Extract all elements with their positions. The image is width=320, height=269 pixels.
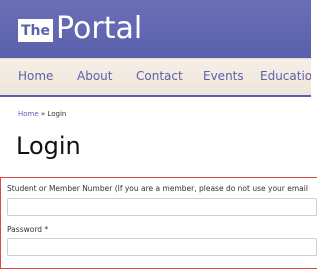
student-number-label: Student or Member Number (If you are a m… xyxy=(7,184,308,193)
breadcrumb-separator: » xyxy=(40,110,46,118)
nav-item-home[interactable]: Home xyxy=(18,69,53,83)
page-title: Login xyxy=(16,132,81,160)
logo-the: The xyxy=(18,19,54,42)
nav-item-about[interactable]: About xyxy=(77,69,112,83)
nav-item-education[interactable]: Educatio xyxy=(260,69,311,83)
login-form: Student or Member Number (If you are a m… xyxy=(0,177,317,269)
site-header: The Portal Home About Contact Events Edu… xyxy=(0,0,311,97)
nav-item-contact[interactable]: Contact xyxy=(136,69,183,83)
logo-portal: Portal xyxy=(56,11,143,46)
password-label: Password * xyxy=(7,225,49,234)
site-logo[interactable]: The Portal xyxy=(18,12,142,46)
breadcrumb-home-link[interactable]: Home xyxy=(18,110,39,118)
main-nav: Home About Contact Events Educatio xyxy=(0,58,311,95)
password-input[interactable] xyxy=(7,238,317,256)
student-number-input[interactable] xyxy=(7,198,317,216)
nav-item-events[interactable]: Events xyxy=(203,69,244,83)
breadcrumb: Home » Login xyxy=(18,110,66,118)
breadcrumb-current: Login xyxy=(47,110,67,118)
